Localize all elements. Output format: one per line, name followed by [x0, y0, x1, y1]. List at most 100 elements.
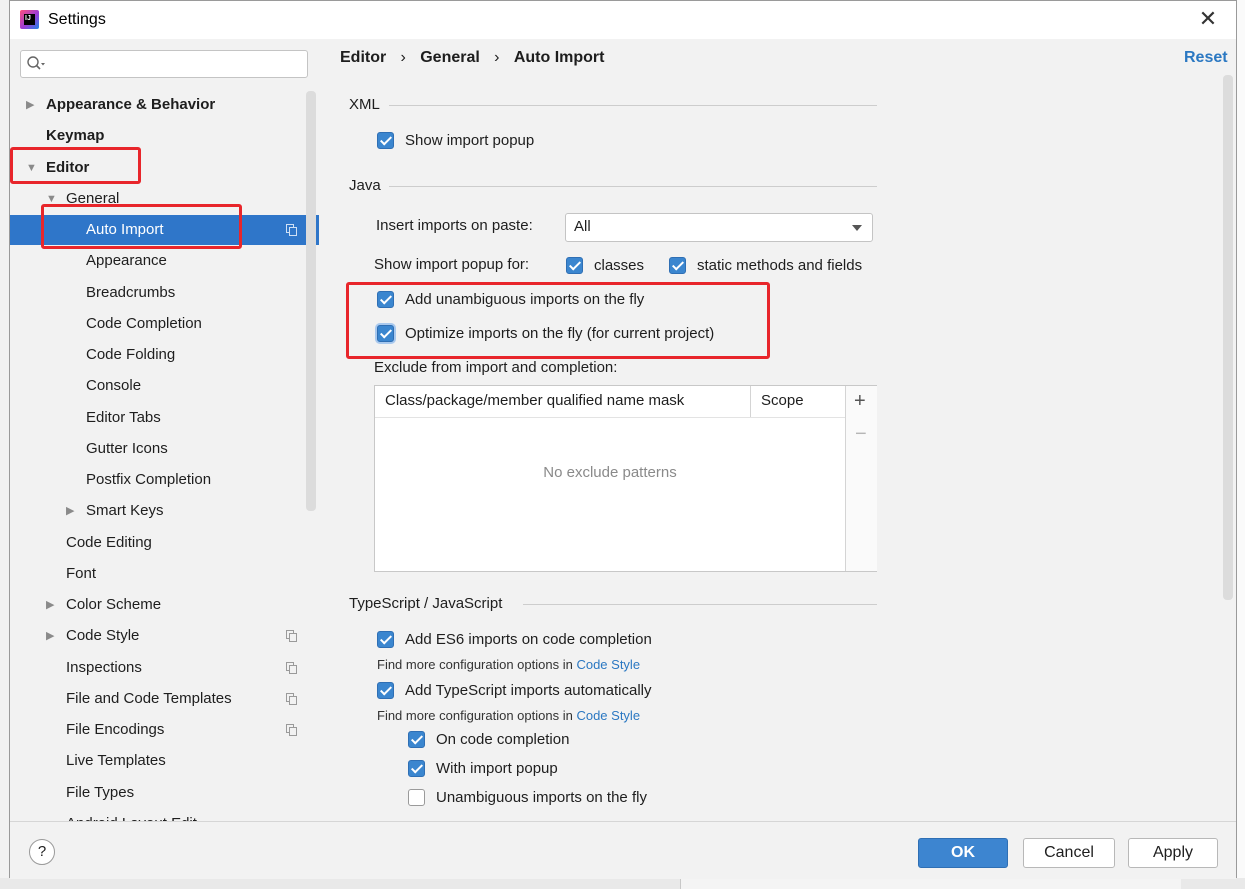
tree-item-label: Postfix Completion	[86, 471, 212, 488]
tree-item-appearance-behavior[interactable]: ▶ Appearance & Behavior	[10, 90, 319, 120]
close-icon[interactable]: ✕	[1194, 5, 1222, 33]
project-scope-icon	[286, 693, 297, 705]
checkbox-label: Add unambiguous imports on the fly	[405, 291, 645, 308]
tree-item-label: Appearance	[86, 252, 167, 269]
checkbox-checked-icon[interactable]	[377, 291, 394, 308]
tree-item-font[interactable]: Font	[10, 559, 319, 589]
project-scope-icon	[286, 662, 297, 674]
column-divider	[750, 386, 751, 417]
breadcrumb-item: Auto Import	[513, 49, 605, 66]
project-scope-icon	[286, 224, 297, 236]
tree-item-android-layout-editor[interactable]: Android Layout Edit...	[10, 809, 319, 821]
tree-item-auto-import[interactable]: Auto Import	[10, 215, 319, 245]
tree-item-editor[interactable]: ▼ Editor	[10, 153, 319, 183]
checkbox-label: Add TypeScript imports automatically	[405, 682, 652, 699]
checkbox-checked-icon[interactable]	[377, 682, 394, 699]
tree-item-code-editing[interactable]: Code Editing	[10, 528, 319, 558]
tree-item-label: Color Scheme	[66, 596, 162, 613]
tree-item-console[interactable]: Console	[10, 371, 319, 401]
tree-item-code-completion[interactable]: Code Completion	[10, 309, 319, 339]
content-scrollbar[interactable]	[1223, 75, 1233, 600]
tree-item-label: Font	[66, 565, 97, 582]
section-divider	[523, 604, 877, 605]
background-ide-right	[1237, 0, 1245, 889]
checkbox-checked-icon[interactable]	[408, 760, 425, 777]
hint-text: Find more configuration options in	[377, 708, 577, 723]
tree-item-label: Appearance & Behavior	[46, 96, 216, 113]
breadcrumb-item: Editor	[340, 49, 387, 66]
tree-item-label: Auto Import	[86, 221, 164, 238]
code-style-hint: Find more configuration options in Code …	[377, 708, 640, 723]
code-style-hint: Find more configuration options in Code …	[377, 657, 640, 672]
expand-arrow-icon[interactable]: ▶	[46, 621, 58, 651]
expand-arrow-icon[interactable]: ▶	[26, 90, 38, 120]
tree-item-gutter-icons[interactable]: Gutter Icons	[10, 434, 319, 464]
checkbox-label: Unambiguous imports on the fly	[436, 789, 647, 806]
code-style-link[interactable]: Code Style	[576, 657, 640, 672]
checkbox-label: Add ES6 imports on code completion	[405, 631, 652, 648]
add-pattern-button[interactable]: +	[854, 390, 866, 413]
auto-import-panel: Editor › General › Auto Import Reset XML Sho…	[319, 39, 1236, 821]
code-style-link[interactable]: Code Style	[576, 708, 640, 723]
checkbox-checked-icon[interactable]	[408, 731, 425, 748]
insert-imports-select[interactable]: All	[565, 213, 873, 242]
tree-item-file-encodings[interactable]: File Encodings	[10, 715, 319, 745]
settings-search-input[interactable]	[20, 50, 308, 78]
tree-item-keymap[interactable]: Keymap	[10, 121, 319, 151]
checkbox-checked-icon[interactable]	[377, 325, 394, 342]
section-title-typescript: TypeScript / JavaScript	[349, 595, 503, 612]
nav-scrollbar[interactable]	[306, 91, 316, 511]
tree-item-label: Android Layout Edit...	[66, 809, 209, 821]
tree-item-inspections[interactable]: Inspections	[10, 653, 319, 683]
help-button[interactable]: ?	[29, 839, 55, 865]
apply-button[interactable]: Apply	[1128, 838, 1218, 868]
tree-item-color-scheme[interactable]: ▶ Color Scheme	[10, 590, 319, 620]
checkbox-checked-icon[interactable]	[377, 631, 394, 648]
tree-item-label: Smart Keys	[86, 502, 164, 519]
tree-item-label: Breadcrumbs	[86, 284, 176, 301]
tree-item-label: Code Completion	[86, 315, 202, 332]
cancel-button[interactable]: Cancel	[1023, 838, 1115, 868]
tree-item-breadcrumbs[interactable]: Breadcrumbs	[10, 278, 319, 308]
tree-item-label: Code Editing	[66, 534, 152, 551]
search-icon	[27, 56, 45, 70]
tree-item-label: Inspections	[66, 659, 142, 676]
tree-item-postfix-completion[interactable]: Postfix Completion	[10, 465, 319, 495]
column-header-scope[interactable]: Scope	[761, 392, 804, 409]
checkbox-unchecked-icon[interactable]	[408, 789, 425, 806]
remove-pattern-button[interactable]: −	[855, 423, 867, 446]
tree-item-label: File and Code Templates	[66, 690, 232, 707]
collapse-arrow-icon[interactable]: ▼	[26, 153, 38, 183]
tree-item-appearance[interactable]: Appearance	[10, 246, 319, 276]
tree-item-file-code-templates[interactable]: File and Code Templates	[10, 684, 319, 714]
section-divider	[389, 105, 877, 106]
ok-button[interactable]: OK	[918, 838, 1008, 868]
reset-link[interactable]: Reset	[1184, 49, 1228, 67]
title-bar: IJ Settings ✕	[10, 1, 1236, 39]
checkbox-checked-icon[interactable]	[669, 257, 686, 274]
exclude-table: Class/package/member qualified name mask…	[374, 385, 877, 572]
column-header-mask[interactable]: Class/package/member qualified name mask	[385, 392, 684, 409]
tree-item-code-style[interactable]: ▶ Code Style	[10, 621, 319, 651]
collapse-arrow-icon[interactable]: ▼	[46, 184, 58, 214]
expand-arrow-icon[interactable]: ▶	[66, 496, 78, 526]
show-popup-for-label: Show import popup for:	[374, 256, 530, 273]
checkbox-checked-icon[interactable]	[566, 257, 583, 274]
project-scope-icon	[286, 724, 297, 736]
tree-item-code-folding[interactable]: Code Folding	[10, 340, 319, 370]
tree-item-general[interactable]: ▼ General	[10, 184, 319, 214]
tree-item-editor-tabs[interactable]: Editor Tabs	[10, 403, 319, 433]
breadcrumb-item: General	[420, 49, 480, 66]
expand-arrow-icon[interactable]: ▶	[46, 590, 58, 620]
tree-item-live-templates[interactable]: Live Templates	[10, 746, 319, 776]
insert-imports-label: Insert imports on paste:	[376, 217, 533, 234]
checkbox-checked-icon[interactable]	[377, 132, 394, 149]
tree-item-label: Console	[86, 377, 142, 394]
settings-dialog: IJ Settings ✕ ▶ Appearance & Behavior Ke…	[9, 0, 1237, 879]
tree-item-file-types[interactable]: File Types	[10, 778, 319, 808]
hint-text: Find more configuration options in	[377, 657, 577, 672]
tree-item-label: Editor Tabs	[86, 409, 161, 426]
background-project-tree	[680, 878, 1181, 889]
checkbox-label: static methods and fields	[697, 257, 863, 274]
tree-item-smart-keys[interactable]: ▶ Smart Keys	[10, 496, 319, 526]
